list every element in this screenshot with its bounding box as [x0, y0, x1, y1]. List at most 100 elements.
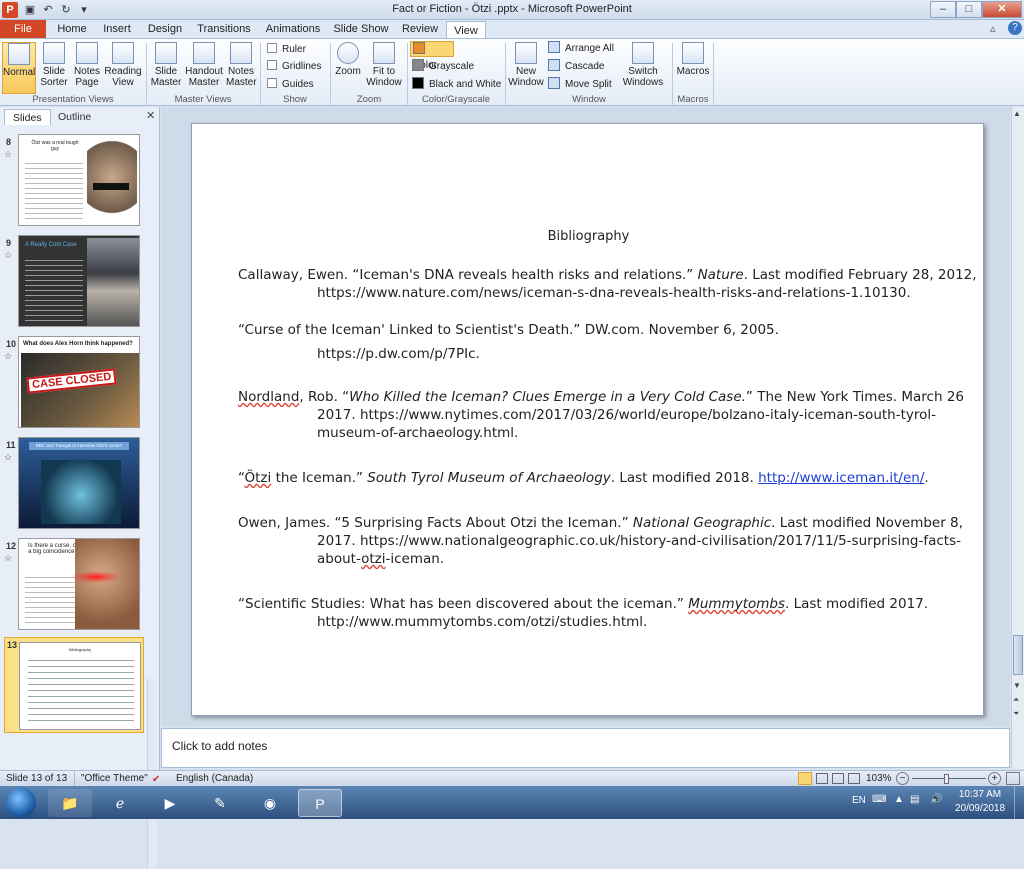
- slide-master-button[interactable]: Slide Master: [150, 42, 182, 88]
- clock-time[interactable]: 10:37 AM: [952, 789, 1008, 800]
- show-hidden-icons-icon[interactable]: ▲: [894, 794, 904, 805]
- tab-review[interactable]: Review: [398, 20, 442, 38]
- bibliography-entry[interactable]: Callaway, Ewen. “Iceman's DNA reveals he…: [238, 266, 977, 302]
- scroll-up-icon[interactable]: ▲: [1013, 109, 1021, 118]
- tab-home[interactable]: Home: [52, 20, 92, 38]
- notes-page-button[interactable]: Notes Page: [72, 42, 102, 88]
- show-desktop-button[interactable]: [1014, 786, 1024, 819]
- spelling-check-icon[interactable]: ✔: [152, 772, 160, 787]
- magnifier-icon: [337, 42, 359, 64]
- guides-checkbox[interactable]: Guides: [267, 77, 314, 93]
- zoom-out-button[interactable]: −: [896, 772, 909, 785]
- slide-thumbnail-12[interactable]: Is there a curse, or a big coincidence?: [18, 538, 140, 630]
- bibliography-entry[interactable]: “Curse of the Iceman' Linked to Scientis…: [238, 321, 779, 363]
- thumb-text-lines: [25, 573, 77, 627]
- media-player-icon[interactable]: ▶: [148, 789, 192, 817]
- notes-master-button[interactable]: Notes Master: [226, 42, 257, 88]
- scroll-down-icon[interactable]: ▼: [1013, 681, 1021, 690]
- text: .: [924, 470, 929, 486]
- language-indicator[interactable]: English (Canada): [176, 771, 253, 786]
- help-icon[interactable]: ?: [1008, 21, 1022, 35]
- start-button-icon[interactable]: [6, 788, 36, 818]
- bibliography-entry[interactable]: Nordland, Rob. “Who Killed the Iceman? C…: [238, 388, 964, 442]
- tab-slide-show[interactable]: Slide Show: [332, 20, 390, 38]
- slide-thumbnail-9[interactable]: A Really Cold Case: [18, 235, 140, 327]
- volume-icon[interactable]: 🔊: [930, 794, 942, 805]
- zoom-level[interactable]: 103%: [866, 771, 892, 786]
- notes-pane[interactable]: Click to add notes: [161, 728, 1010, 768]
- tab-file[interactable]: File: [0, 20, 46, 38]
- fit-to-window-button[interactable]: Fit to Window: [364, 42, 404, 88]
- zoom-slider-track[interactable]: [912, 778, 986, 779]
- macros-button[interactable]: Macros: [676, 42, 710, 77]
- close-panel-icon[interactable]: ✕: [146, 109, 155, 122]
- slide-thumbnail-8[interactable]: Ötzi was a real tough guy: [18, 134, 140, 226]
- slide-thumbnail-10[interactable]: What does Alex Horn think happened? CASE…: [18, 336, 140, 428]
- switch-windows-button[interactable]: Switch Windows: [618, 42, 668, 88]
- tab-transitions[interactable]: Transitions: [193, 20, 255, 38]
- input-language[interactable]: EN: [852, 795, 866, 806]
- color-button[interactable]: Color: [410, 41, 454, 71]
- network-icon[interactable]: ▤: [910, 794, 919, 805]
- slide-show-status-icon[interactable]: [848, 773, 860, 784]
- ruler-checkbox[interactable]: Ruler: [267, 42, 306, 58]
- bibliography-entry[interactable]: “Scientific Studies: What has been disco…: [238, 595, 928, 631]
- tab-view[interactable]: View: [446, 21, 486, 39]
- black-and-white-button[interactable]: Black and White: [412, 77, 501, 93]
- tab-design[interactable]: Design: [143, 20, 187, 38]
- move-split-button[interactable]: Move Split: [548, 77, 612, 93]
- slide-sorter-status-icon[interactable]: [816, 773, 828, 784]
- normal-view-status-icon[interactable]: [798, 772, 812, 785]
- reading-view-button[interactable]: Reading View: [104, 42, 142, 88]
- divider: [260, 43, 261, 105]
- bw-label: Black and White: [429, 79, 502, 90]
- close-button[interactable]: ✕: [982, 1, 1022, 18]
- chrome-icon[interactable]: ◉: [248, 789, 292, 817]
- slide-thumbnail-11[interactable]: BBC and Tranquil to interview Ötzi's cur…: [18, 437, 140, 529]
- slide-heading[interactable]: Bibliography: [192, 228, 985, 246]
- scroll-thumb[interactable]: [1013, 635, 1023, 675]
- tab-animations[interactable]: Animations: [262, 20, 324, 38]
- bibliography-entry[interactable]: Owen, James. “5 Surprising Facts About O…: [238, 514, 963, 568]
- maximize-button[interactable]: □: [956, 1, 982, 18]
- keyboard-icon[interactable]: ⌨: [872, 794, 886, 805]
- previous-slide-icon[interactable]: ⏶: [1013, 695, 1019, 705]
- notes-master-label: Notes Master: [226, 66, 257, 88]
- next-slide-icon[interactable]: ⏷: [1013, 709, 1019, 719]
- text: Callaway, Ewen. “Iceman's DNA reveals he…: [238, 267, 698, 283]
- minimize-button[interactable]: –: [930, 1, 956, 18]
- macros-label: Macros: [676, 66, 710, 77]
- bibliography-entry[interactable]: “Ötzi the Iceman.” South Tyrol Museum of…: [238, 469, 929, 487]
- powerpoint-taskbar-icon[interactable]: P: [298, 789, 342, 817]
- iceman-link[interactable]: http://www.iceman.it/en/: [758, 470, 924, 486]
- notes-placeholder: Click to add notes: [172, 739, 268, 753]
- bw-swatch-icon: [412, 77, 424, 89]
- reading-view-status-icon[interactable]: [832, 773, 844, 784]
- internet-explorer-icon[interactable]: ℯ: [98, 789, 142, 817]
- grayscale-button[interactable]: Grayscale: [412, 59, 474, 75]
- app-icon[interactable]: ✎: [198, 789, 242, 817]
- entry-line: https://p.dw.com/p/7PIc.: [317, 346, 480, 362]
- tab-insert[interactable]: Insert: [96, 20, 138, 38]
- cascade-button[interactable]: Cascade: [548, 59, 604, 75]
- clock-date[interactable]: 20/09/2018: [952, 803, 1008, 814]
- tab-outline[interactable]: Outline: [50, 109, 99, 125]
- handout-master-button[interactable]: Handout Master: [184, 42, 224, 88]
- normal-view-button[interactable]: Normal: [2, 42, 36, 94]
- slide-sorter-icon: [43, 42, 65, 64]
- tab-slides[interactable]: Slides: [4, 109, 51, 125]
- slide-canvas[interactable]: Bibliography Callaway, Ewen. “Iceman's D…: [191, 123, 984, 716]
- arrange-all-button[interactable]: Arrange All: [548, 41, 614, 57]
- slide-sorter-button[interactable]: Slide Sorter: [38, 42, 70, 88]
- gridlines-label: Gridlines: [282, 61, 322, 72]
- zoom-in-button[interactable]: +: [988, 772, 1001, 785]
- gridlines-checkbox[interactable]: Gridlines: [267, 59, 321, 75]
- zoom-slider-thumb[interactable]: [944, 774, 949, 784]
- zoom-button[interactable]: Zoom: [334, 42, 362, 77]
- fit-slide-icon[interactable]: [1006, 772, 1020, 785]
- new-window-button[interactable]: New Window: [508, 42, 544, 88]
- slide-thumbnail-13-selected[interactable]: 13 Bibliography: [4, 637, 144, 733]
- ribbon-minimize-icon[interactable]: ▵: [990, 22, 996, 35]
- file-explorer-icon[interactable]: 📁: [48, 789, 92, 817]
- vertical-scrollbar[interactable]: ▲ ▼ ⏶ ⏷: [1011, 107, 1024, 769]
